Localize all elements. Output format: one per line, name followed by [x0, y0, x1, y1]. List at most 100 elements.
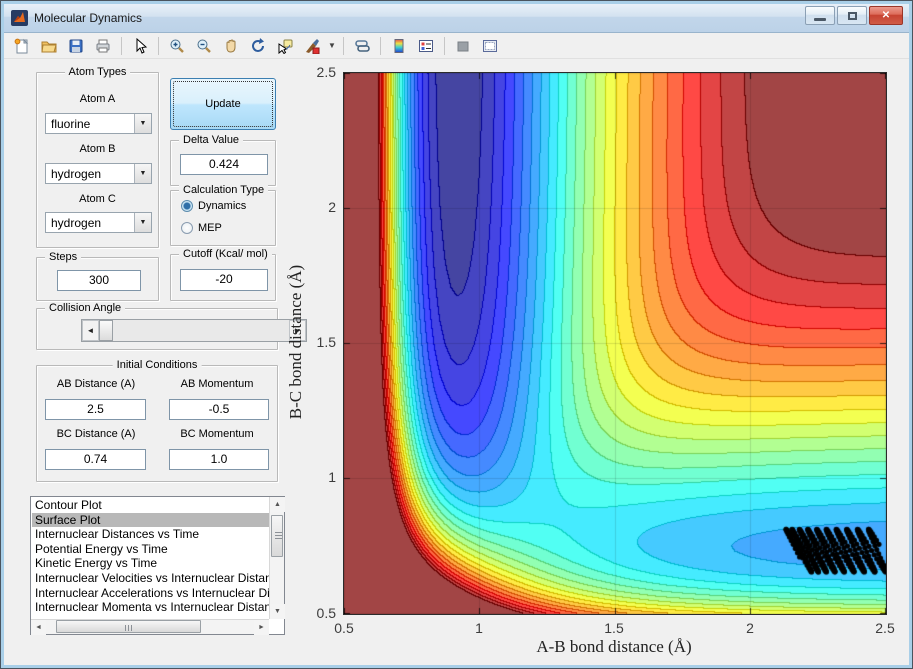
- ab-distance-input[interactable]: 2.5: [45, 399, 146, 420]
- list-item[interactable]: Potential Energy vs Time: [32, 542, 269, 557]
- focus-ring: [173, 81, 273, 127]
- list-item[interactable]: Kinetic Energy vs Time: [32, 556, 269, 571]
- slider-left-arrow-icon[interactable]: ◄: [82, 320, 99, 341]
- new-figure-button[interactable]: [10, 35, 34, 57]
- pan-tool-button[interactable]: [219, 35, 243, 57]
- x-tick-label: 1: [475, 620, 483, 636]
- zoom-out-button[interactable]: [192, 35, 216, 57]
- close-button[interactable]: ✕: [869, 6, 903, 25]
- horizontal-scrollbar[interactable]: ◄ ►: [31, 619, 269, 634]
- atom-c-value: hydrogen: [51, 216, 101, 230]
- toolbar-separator: [380, 37, 381, 55]
- mep-radio[interactable]: MEP: [181, 222, 222, 234]
- atom-b-select[interactable]: hydrogen ▼: [45, 163, 152, 184]
- pan-hand-icon: [223, 38, 239, 54]
- data-cursor-button[interactable]: [273, 35, 297, 57]
- slider-track[interactable]: [113, 320, 289, 341]
- insert-colorbar-button[interactable]: [387, 35, 411, 57]
- atom-b-value: hydrogen: [51, 167, 101, 181]
- grip-icon: [125, 625, 133, 631]
- window-title: Molecular Dynamics: [34, 11, 142, 25]
- y-tick-label: 2.5: [310, 64, 336, 80]
- y-tick-label: 1.5: [310, 334, 336, 350]
- list-item[interactable]: Contour Plot: [32, 498, 269, 513]
- bc-distance-label: BC Distance (A): [37, 428, 155, 440]
- atom-a-select[interactable]: fluorine ▼: [45, 113, 152, 134]
- figure-toolbar: ▼: [4, 33, 909, 59]
- open-file-button[interactable]: [37, 35, 61, 57]
- list-item[interactable]: Surface Plot: [32, 513, 269, 528]
- radio-unselected-icon: [181, 222, 193, 234]
- atom-b-label: Atom B: [37, 143, 158, 155]
- delta-value-input[interactable]: 0.424: [180, 154, 268, 175]
- show-plot-tools-icon: [482, 38, 498, 54]
- list-item[interactable]: Internuclear Velocities vs Internuclear …: [32, 571, 269, 586]
- mep-label: MEP: [198, 222, 222, 234]
- vscroll-thumb[interactable]: [271, 515, 283, 557]
- initial-conditions-title: Initial Conditions: [113, 359, 202, 371]
- collision-angle-slider[interactable]: ◄ ►: [81, 319, 307, 342]
- calculation-type-title: Calculation Type: [179, 184, 268, 196]
- chevron-down-icon[interactable]: ▼: [134, 213, 151, 232]
- slider-thumb[interactable]: [99, 320, 113, 341]
- bc-momentum-input[interactable]: 1.0: [169, 449, 269, 470]
- update-button[interactable]: Update: [170, 78, 276, 130]
- plot-type-listbox[interactable]: Contour Plot Surface Plot Internuclear D…: [30, 496, 285, 635]
- hide-plot-tools-icon: [455, 38, 471, 54]
- x-tick-label: 1.5: [604, 620, 623, 636]
- dynamics-radio[interactable]: Dynamics: [181, 200, 246, 212]
- ab-momentum-input[interactable]: -0.5: [169, 399, 269, 420]
- save-figure-button[interactable]: [64, 35, 88, 57]
- show-plot-tools-button[interactable]: [478, 35, 502, 57]
- hscroll-thumb[interactable]: [56, 620, 201, 633]
- scroll-left-icon[interactable]: ◄: [31, 620, 46, 635]
- brush-icon: [304, 38, 320, 54]
- cutoff-input[interactable]: -20: [180, 269, 268, 291]
- steps-panel: Steps 300: [36, 257, 159, 301]
- chevron-down-icon[interactable]: ▼: [134, 164, 151, 183]
- link-plot-button[interactable]: [350, 35, 374, 57]
- matlab-icon: [11, 10, 28, 26]
- title-bar: Molecular Dynamics ✕: [4, 4, 909, 33]
- minimize-button[interactable]: [805, 6, 835, 25]
- print-figure-button[interactable]: [91, 35, 115, 57]
- x-tick-label: 0.5: [334, 620, 353, 636]
- scroll-right-icon[interactable]: ►: [254, 620, 269, 635]
- hide-plot-tools-button[interactable]: [451, 35, 475, 57]
- chevron-down-icon[interactable]: ▼: [134, 114, 151, 133]
- toolbar-separator: [444, 37, 445, 55]
- atom-a-label: Atom A: [37, 93, 158, 105]
- insert-legend-button[interactable]: [414, 35, 438, 57]
- toolbar-separator: [343, 37, 344, 55]
- print-figure-icon: [95, 38, 111, 54]
- brush-dropdown-caret[interactable]: ▼: [327, 35, 337, 57]
- maximize-button[interactable]: [837, 6, 867, 25]
- rotate-3d-button[interactable]: [246, 35, 270, 57]
- minimize-icon: [814, 18, 826, 21]
- list-item[interactable]: Internuclear Distances vs Time: [32, 527, 269, 542]
- contour-plot-canvas[interactable]: [343, 72, 887, 615]
- close-icon: ✕: [882, 10, 890, 21]
- atom-c-select[interactable]: hydrogen ▼: [45, 212, 152, 233]
- collision-angle-title: Collision Angle: [45, 302, 125, 314]
- bc-distance-input[interactable]: 0.74: [45, 449, 146, 470]
- bc-momentum-label: BC Momentum: [161, 428, 273, 440]
- zoom-out-icon: [196, 38, 212, 54]
- scroll-down-icon[interactable]: ▼: [270, 604, 285, 619]
- scroll-up-icon[interactable]: ▲: [270, 497, 285, 512]
- list-item[interactable]: Internuclear Momenta vs Internuclear Dis…: [32, 600, 269, 615]
- list-item[interactable]: Internuclear Accelerations vs Internucle…: [32, 586, 269, 601]
- pointer-tool-button[interactable]: [128, 35, 152, 57]
- steps-input[interactable]: 300: [57, 270, 141, 291]
- y-tick-label: 2: [310, 199, 336, 215]
- open-file-icon: [41, 38, 57, 54]
- atom-types-title: Atom Types: [65, 66, 131, 78]
- link-plot-icon: [354, 38, 370, 54]
- legend-icon: [418, 38, 434, 54]
- y-tick-label: 0.5: [310, 605, 336, 621]
- zoom-in-button[interactable]: [165, 35, 189, 57]
- brush-data-button[interactable]: [300, 35, 324, 57]
- vertical-scrollbar[interactable]: ▲ ▼: [269, 497, 284, 619]
- dynamics-label: Dynamics: [198, 200, 246, 212]
- collision-angle-panel: Collision Angle ◄ ►: [36, 308, 278, 350]
